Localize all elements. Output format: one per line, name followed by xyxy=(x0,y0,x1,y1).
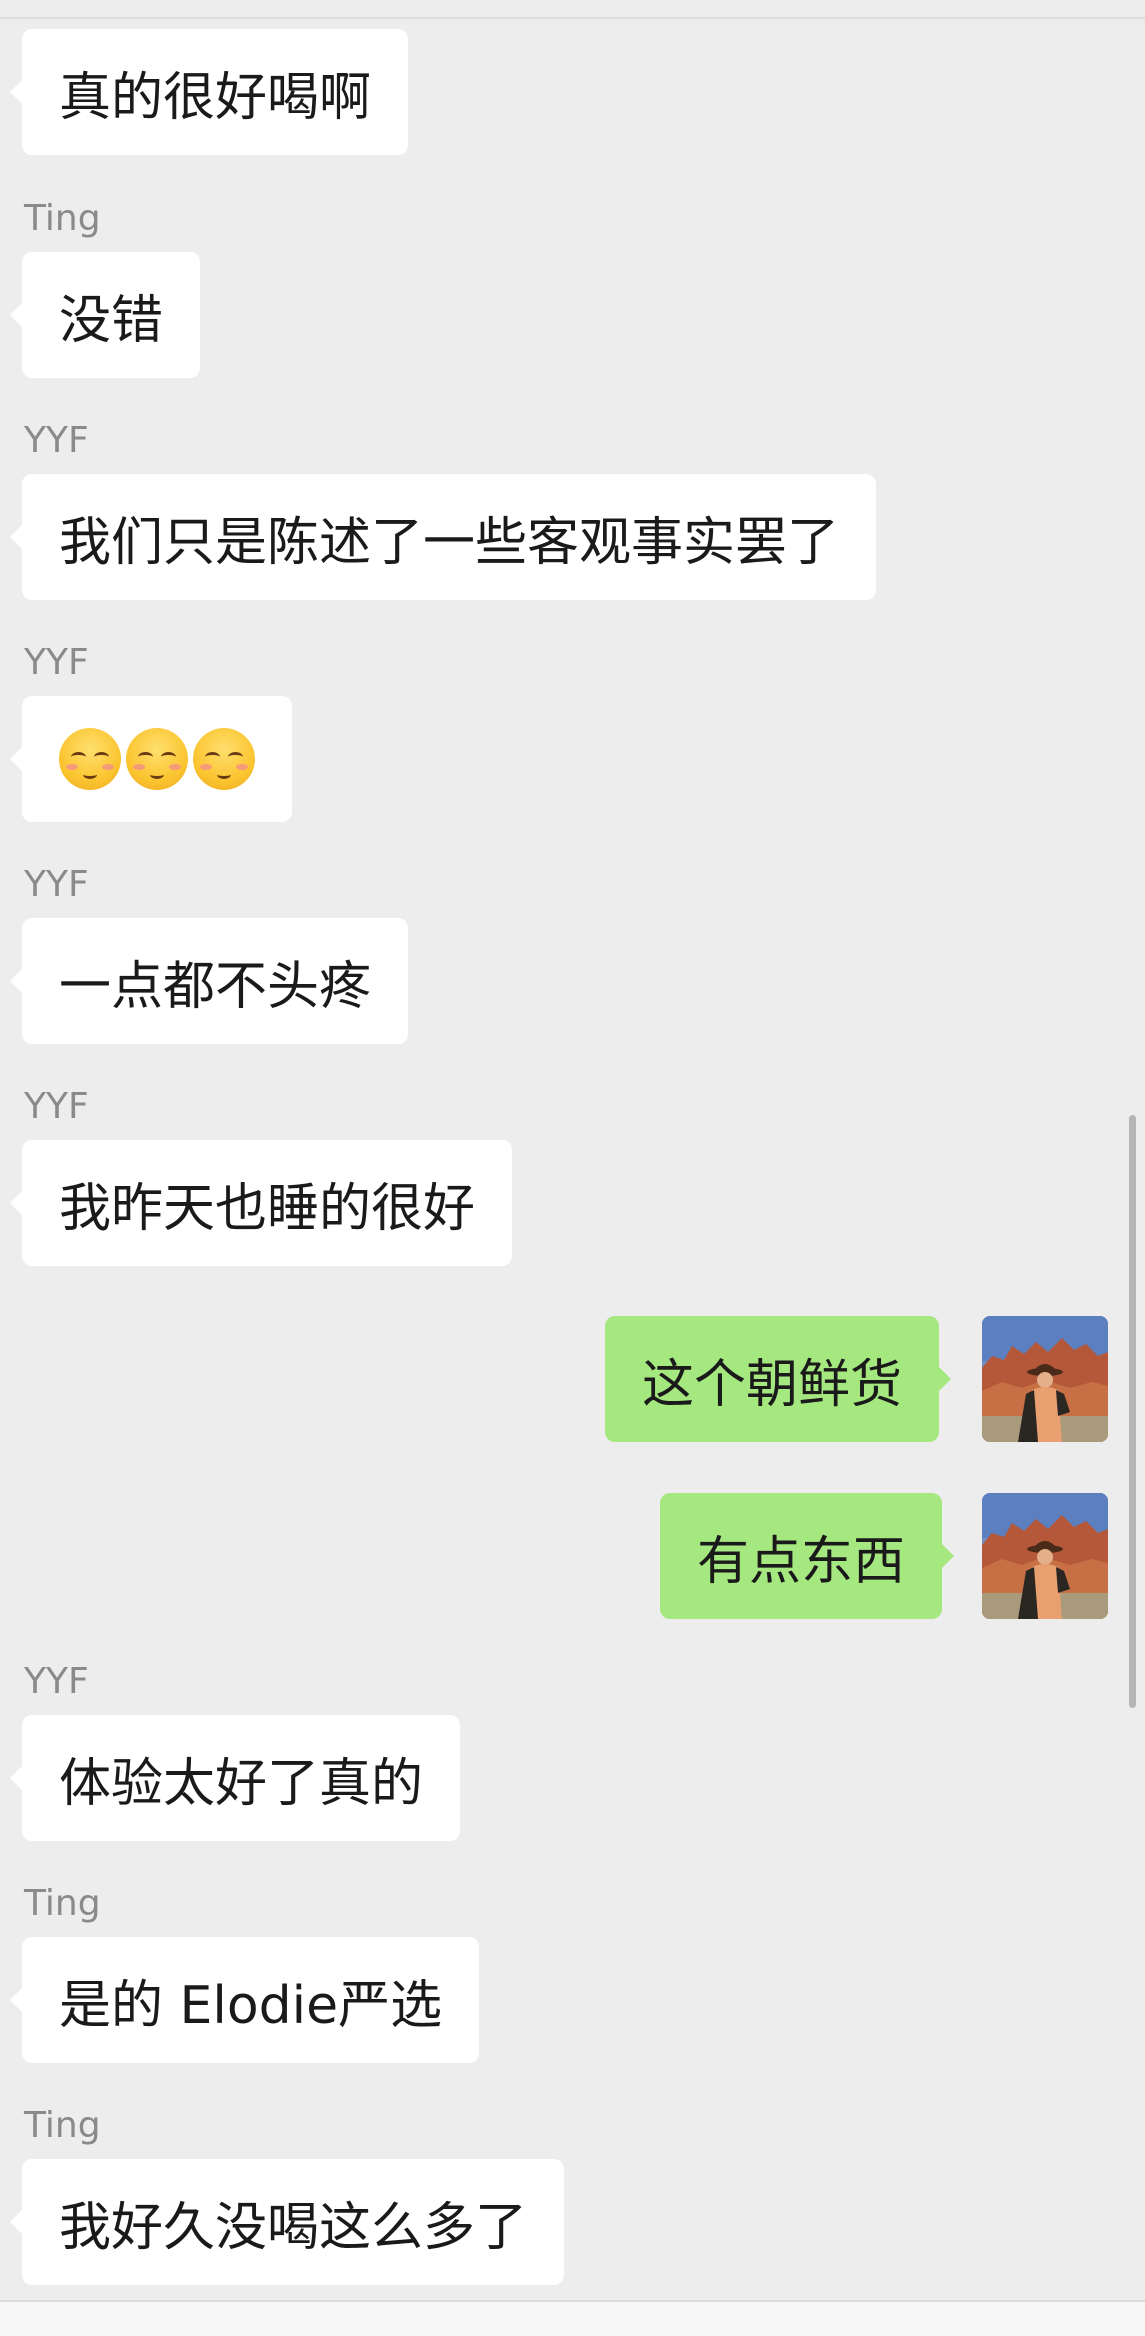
input-bar-edge xyxy=(0,2302,1145,2336)
message-bubble[interactable]: 我昨天也睡的很好 xyxy=(9,1140,513,1266)
top-divider xyxy=(0,17,1145,19)
sender-name: Ting xyxy=(24,1883,101,1924)
message-text: 是的 Elodie严选 xyxy=(59,1975,443,2036)
avatar-photo xyxy=(982,1316,1108,1442)
sender-name: YYF xyxy=(24,642,89,683)
message-text: 一点都不头疼 xyxy=(59,956,372,1017)
self-avatar[interactable] xyxy=(982,1493,1108,1619)
message-text: 真的很好喝啊 xyxy=(59,67,372,128)
message-bubble[interactable]: 我好久没喝这么多了 xyxy=(9,2159,565,2285)
message-bubble[interactable]: 没错 xyxy=(9,252,201,378)
message-text: 没错 xyxy=(59,290,164,351)
sender-name: YYF xyxy=(24,864,89,905)
sender-name: YYF xyxy=(24,420,89,461)
message-text: 体验太好了真的 xyxy=(59,1753,424,1814)
message-bubble[interactable]: 一点都不头疼 xyxy=(9,918,409,1044)
avatar-photo xyxy=(982,1493,1108,1619)
outgoing-message-bubble[interactable]: 有点东西 xyxy=(660,1493,955,1619)
message-text: 这个朝鲜货 xyxy=(642,1354,903,1415)
scrollbar-thumb[interactable] xyxy=(1129,1115,1136,1708)
message-bubble[interactable]: 真的很好喝啊 xyxy=(9,29,409,155)
sender-name: YYF xyxy=(24,1086,89,1127)
message-bubble[interactable]: 我们只是陈述了一些客观事实罢了 xyxy=(9,474,877,600)
message-text: 我好久没喝这么多了 xyxy=(59,2197,528,2258)
message-bubble[interactable]: 是的 Elodie严选 xyxy=(9,1937,480,2063)
smiling-face-icon xyxy=(193,728,255,790)
message-text: 我昨天也睡的很好 xyxy=(59,1178,476,1239)
message-text: 我们只是陈述了一些客观事实罢了 xyxy=(59,512,840,573)
sender-name: Ting xyxy=(24,2105,101,2146)
message-text: 有点东西 xyxy=(697,1531,906,1592)
sender-name: Ting xyxy=(24,198,101,239)
message-bubble[interactable] xyxy=(10,696,292,822)
smiling-face-icon xyxy=(59,728,121,790)
sender-name: YYF xyxy=(24,1661,89,1702)
message-bubble[interactable]: 体验太好了真的 xyxy=(9,1715,461,1841)
self-avatar[interactable] xyxy=(982,1316,1108,1442)
smiling-face-icon xyxy=(126,728,188,790)
outgoing-message-bubble[interactable]: 这个朝鲜货 xyxy=(605,1316,952,1442)
